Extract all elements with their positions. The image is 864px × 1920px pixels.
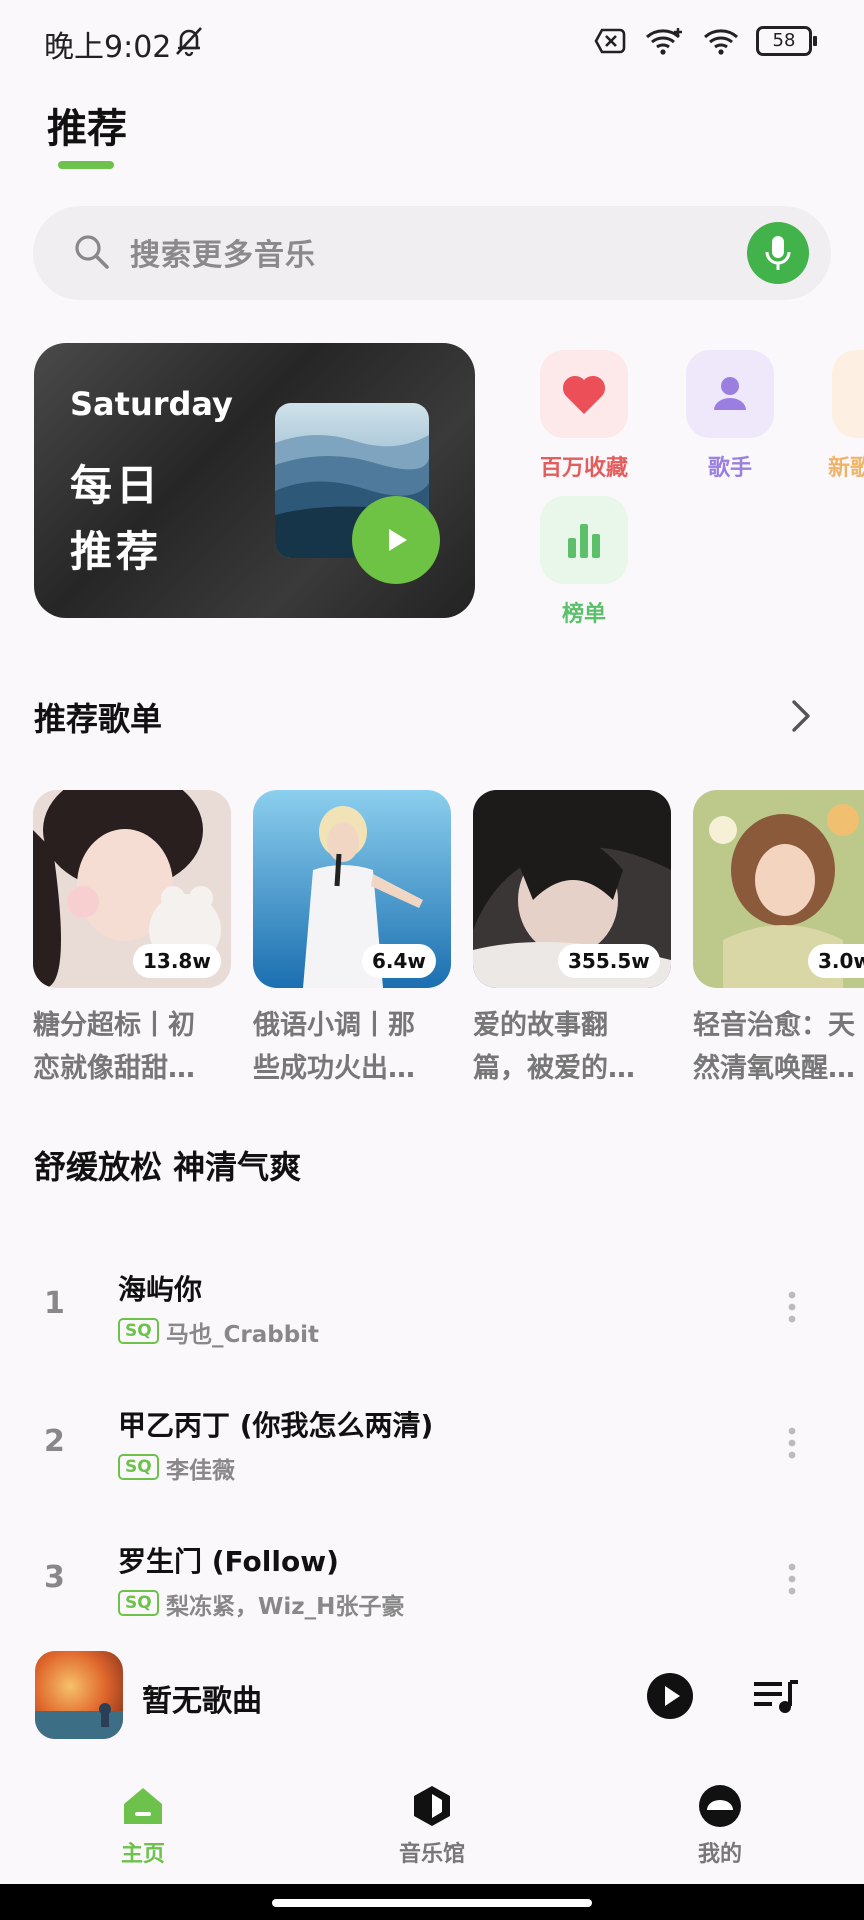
more-vertical-icon[interactable] xyxy=(780,1559,804,1599)
home-indicator[interactable] xyxy=(272,1899,592,1907)
nav-profile[interactable]: 我的 xyxy=(660,1836,780,1868)
more-vertical-icon[interactable] xyxy=(780,1287,804,1327)
playlist-title-line: 恋就像甜甜… xyxy=(33,1053,195,1084)
playlist-section-title: 推荐歌单 xyxy=(34,700,163,738)
shortcut-favorites[interactable] xyxy=(540,350,628,438)
songs-section-title: 舒缓放松 神清气爽 xyxy=(34,1148,302,1186)
tab-indicator xyxy=(58,161,114,169)
song-title: 甲乙丙丁 (你我怎么两清) xyxy=(118,1409,434,1442)
search-input[interactable]: 搜索更多音乐 xyxy=(130,230,316,274)
playlist-play-count: 6.4w xyxy=(362,944,436,978)
nav-home[interactable]: 主页 xyxy=(83,1836,203,1868)
chart-icon xyxy=(568,524,600,558)
shortcut-singers[interactable] xyxy=(686,350,774,438)
sq-badge: SQ xyxy=(118,1318,159,1344)
chevron-right-icon[interactable] xyxy=(784,696,818,736)
shortcut-label-charts: 榜单 xyxy=(561,602,606,627)
playlist-title-line: 糖分超标丨初 xyxy=(33,1010,195,1041)
more-vertical-icon[interactable] xyxy=(780,1423,804,1463)
song-title: 罗生门 (Follow) xyxy=(118,1545,339,1578)
sim-off-icon xyxy=(594,28,626,54)
song-title: 海屿你 xyxy=(118,1273,203,1306)
song-artist: 马也_Crabbit xyxy=(166,1322,320,1348)
daily-play-button[interactable] xyxy=(352,496,440,584)
music-hall-icon[interactable] xyxy=(408,1782,456,1830)
profile-icon[interactable] xyxy=(696,1782,744,1830)
home-icon[interactable] xyxy=(119,1782,167,1830)
nav-music-hall[interactable]: 音乐馆 xyxy=(372,1836,492,1868)
song-number: 2 xyxy=(44,1424,65,1459)
playlist-title[interactable]: 轻音治愈：天 然清氧唤醒… xyxy=(693,1004,864,1090)
mini-player-cover[interactable] xyxy=(35,1651,123,1739)
song-artist: 梨冻紧，Wiz_H张子豪 xyxy=(166,1594,405,1620)
shortcut-charts[interactable] xyxy=(540,496,628,584)
playlist-title[interactable]: 糖分超标丨初 恋就像甜甜… xyxy=(33,1004,231,1090)
playlist-queue-icon[interactable] xyxy=(752,1676,800,1716)
shortcut-label-singers: 歌手 xyxy=(707,456,752,481)
mini-player[interactable] xyxy=(0,1630,864,1760)
shortcut-new-songs[interactable] xyxy=(832,350,864,438)
song-number: 1 xyxy=(44,1286,65,1321)
sq-badge: SQ xyxy=(118,1454,159,1480)
battery-indicator: 58 xyxy=(756,26,817,56)
bell-muted-icon xyxy=(176,27,202,57)
playlist-play-count: 3.0w xyxy=(808,944,864,978)
page-title[interactable]: 推荐 xyxy=(47,96,127,154)
shortcut-label-new-songs: 新歌 xyxy=(828,456,864,481)
playlist-play-count: 355.5w xyxy=(558,944,660,978)
mic-icon xyxy=(765,236,791,270)
mini-player-title: 暂无歌曲 xyxy=(142,1684,262,1719)
shortcut-label-favorites: 百万收藏 xyxy=(539,456,628,481)
sq-badge: SQ xyxy=(118,1590,159,1616)
status-time: 晚上9:02 xyxy=(44,30,172,65)
daily-title-2: 推荐 xyxy=(70,527,163,576)
daily-day-label: Saturday xyxy=(70,385,233,423)
song-artist: 李佳薇 xyxy=(166,1458,235,1484)
status-icons: 58 xyxy=(594,24,817,58)
playlist-title-line: 爱的故事翻 xyxy=(473,1010,608,1041)
search-icon xyxy=(75,235,109,269)
daily-title: 每日 xyxy=(70,461,163,510)
playlist-title-line: 轻音治愈：天 xyxy=(693,1010,855,1041)
playlist-title-line: 俄语小调丨那 xyxy=(253,1010,415,1041)
playlist-play-count: 13.8w xyxy=(133,944,221,978)
heart-icon xyxy=(562,375,606,414)
play-circle-icon[interactable] xyxy=(646,1672,694,1720)
wifi-icon xyxy=(646,28,682,55)
voice-search-button[interactable] xyxy=(747,222,809,284)
playlist-title-line: 篇，被爱的… xyxy=(473,1053,635,1084)
play-icon xyxy=(389,529,407,551)
playlist-title-line: 些成功火出… xyxy=(253,1053,415,1084)
playlist-title[interactable]: 俄语小调丨那 些成功火出… xyxy=(253,1004,451,1090)
song-number: 3 xyxy=(44,1560,65,1595)
person-icon xyxy=(714,377,746,410)
wifi-icon-2 xyxy=(704,29,738,55)
playlist-title-line: 然清氧唤醒… xyxy=(693,1053,855,1084)
playlist-title[interactable]: 爱的故事翻 篇，被爱的… xyxy=(473,1004,671,1090)
